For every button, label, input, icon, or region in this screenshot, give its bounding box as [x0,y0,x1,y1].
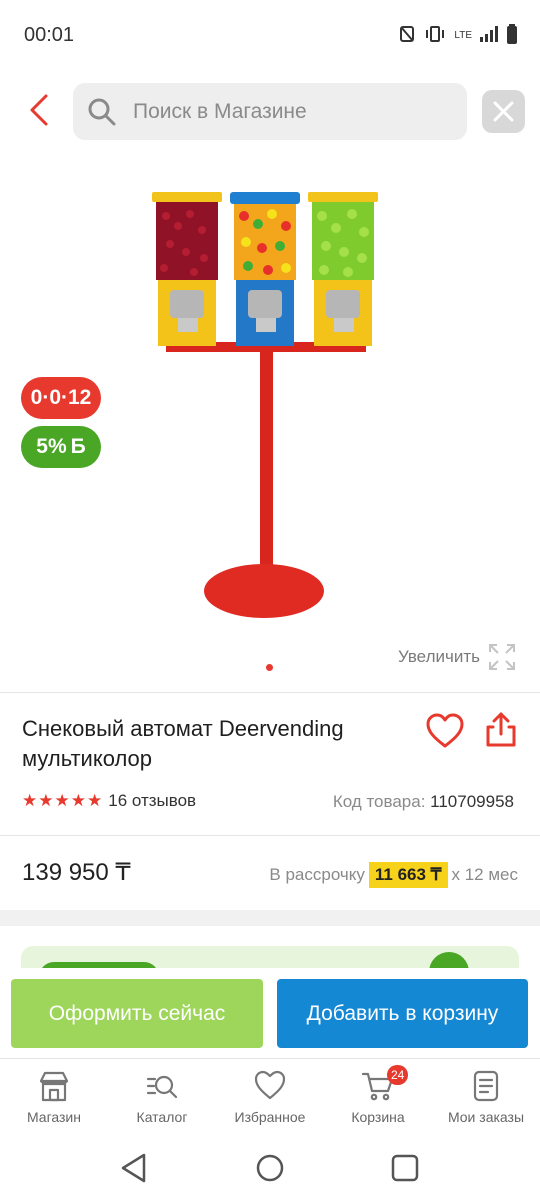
status-icons: LTE [398,24,518,47]
product-title: Снековый автомат Deervending мультиколор [22,716,344,771]
installment-info[interactable]: В рассрочку 11 663 ₸ х 12 мес [269,862,518,888]
star-icon: ★ [22,791,38,810]
heart-icon [254,1070,286,1100]
bonus-percent: 5% [36,435,67,458]
vibrate-icon [424,25,446,46]
orders-icon [473,1070,499,1102]
status-bar: 00:01 LTE [0,0,540,72]
tab-label: Магазин [26,1109,81,1125]
close-button[interactable] [482,90,525,133]
signal-icon [480,26,498,45]
tab-label: Избранное [234,1109,306,1125]
store-icon [39,1071,69,1102]
installment-badge: 0·0·12 [21,377,101,419]
add-to-cart-button[interactable]: Добавить в корзину [277,979,528,1048]
zoom-button[interactable]: Увеличить [398,643,516,671]
chevron-left-icon [30,94,48,126]
nfc-icon [398,25,416,46]
favorite-button[interactable] [425,712,465,750]
lte-label: LTE [454,30,472,41]
rating-stars: ★ ★ ★ ★ ★ [22,792,102,810]
share-icon [486,712,516,747]
sku-label: Код товара: [332,792,426,811]
rating-row[interactable]: ★ ★ ★ ★ ★ 16 отзывов [22,791,196,811]
section-separator [0,910,540,926]
search-row: Поиск в Магазине [0,78,540,144]
reviews-link[interactable]: 16 отзывов [108,791,196,811]
tab-catalog[interactable]: Каталог [108,1069,216,1125]
tab-label: Мои заказы [447,1109,525,1125]
bottom-tab-bar: Магазин Каталог Избранное 24 Корзина Мои… [0,1058,540,1138]
tab-my-orders[interactable]: Мои заказы [432,1069,540,1125]
star-icon: ★ [54,791,70,810]
search-icon [88,98,116,126]
close-icon [493,101,514,122]
search-placeholder: Поиск в Магазине [133,100,307,123]
divider [0,835,540,836]
tab-favorites[interactable]: Избранное [216,1069,324,1125]
tab-store[interactable]: Магазин [0,1069,108,1125]
heart-icon [426,713,464,748]
expand-icon [489,644,515,670]
divider [0,692,540,693]
sku: Код товара: 110709958 [333,792,514,812]
tab-label: Корзина [351,1109,405,1125]
bonus-badge: 5% Б [21,426,101,468]
status-time: 00:01 [24,24,75,46]
price: 139 950 ₸ [22,859,131,886]
share-button[interactable] [483,710,519,750]
carousel-dot-active[interactable] [266,664,273,671]
nav-recents-icon[interactable] [389,1152,421,1184]
catalog-search-icon [146,1075,178,1099]
star-icon: ★ [38,791,54,810]
star-icon: ★ [87,791,103,810]
installment-amount: 11 663 ₸ [368,862,448,888]
installment-label: В рассрочку [269,865,365,884]
product-photo [152,192,378,618]
battery-icon [506,24,518,47]
tab-label: Каталог [136,1109,188,1125]
nav-back-icon[interactable] [118,1152,150,1184]
bonus-currency: Б [70,435,86,458]
search-input[interactable]: Поиск в Магазине [73,83,467,140]
installment-term: х 12 мес [451,865,519,884]
action-bar: Оформить сейчас Добавить в корзину [0,968,540,1058]
back-button[interactable] [20,90,60,130]
nav-home-icon[interactable] [254,1152,286,1184]
cart-badge: 24 [387,1065,409,1085]
star-icon: ★ [70,791,86,810]
sku-value: 110709958 [430,792,514,811]
tab-cart[interactable]: 24 Корзина [324,1065,432,1125]
product-image[interactable] [140,186,400,626]
system-nav-bar [0,1140,540,1204]
zoom-label: Увеличить [398,647,480,666]
buy-now-button[interactable]: Оформить сейчас [11,979,263,1048]
